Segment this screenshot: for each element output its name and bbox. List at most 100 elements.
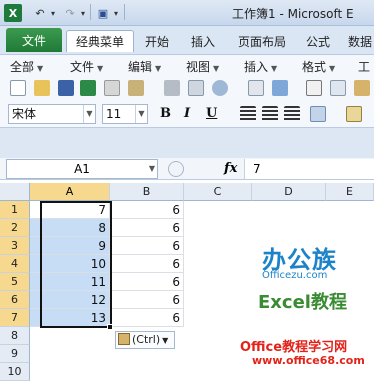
paste-options-button[interactable]: (Ctrl) ▼ [115, 331, 175, 349]
excel-file-icon[interactable] [80, 80, 96, 96]
formula-splitter-handle[interactable] [168, 161, 184, 177]
save-icon[interactable] [58, 80, 74, 96]
align-center-icon[interactable] [262, 106, 278, 122]
formula-bar: A1 ▼ fx 7 [0, 158, 374, 180]
chevron-down-icon[interactable]: ▼ [149, 160, 155, 178]
select-all-corner[interactable] [0, 183, 30, 201]
chevron-down-icon: ▼ [213, 64, 220, 73]
font-size-combo[interactable]: 11 ▼ [102, 104, 148, 124]
menu-tools[interactable]: 工 [358, 58, 370, 75]
chevron-down-icon: ▼ [155, 64, 162, 73]
chevron-down-icon: ▼ [329, 64, 336, 73]
row-header[interactable]: 7 [0, 309, 30, 327]
merge-center-icon[interactable] [310, 106, 326, 122]
watermark-brand-url: Officezu.com [262, 270, 328, 281]
undo-dropdown-icon[interactable]: ▾ [49, 4, 57, 22]
chevron-down-icon: ▼ [162, 336, 169, 345]
save-dropdown-icon[interactable]: ▾ [112, 4, 120, 22]
tab-insert[interactable]: 插入 [184, 30, 222, 52]
bold-button[interactable]: B [160, 106, 171, 121]
tab-data[interactable]: 数据 [342, 30, 374, 52]
print-preview-icon[interactable] [188, 80, 204, 96]
cut-icon[interactable] [306, 80, 322, 96]
menu-file-label: 文件 [70, 60, 95, 74]
font-name-combo[interactable]: 宋体 ▼ [8, 104, 96, 124]
menu-edit[interactable]: 编辑 ▼ [128, 58, 161, 75]
italic-button[interactable]: I [184, 106, 190, 121]
chevron-down-icon[interactable]: ▼ [83, 105, 95, 123]
copy-icon[interactable] [330, 80, 346, 96]
column-header-b[interactable]: B [110, 183, 184, 201]
menu-view-label: 视图 [186, 60, 211, 74]
classic-menu-bar: 全部 ▼ 文件 ▼ 编辑 ▼ 视图 ▼ 插入 ▼ 格式 ▼ 工 [0, 54, 374, 76]
align-left-icon[interactable] [240, 106, 256, 122]
row-header[interactable]: 8 [0, 327, 30, 345]
permission-icon[interactable] [104, 80, 120, 96]
row-header[interactable]: 4 [0, 255, 30, 273]
file-tab[interactable]: 文件 [6, 28, 62, 52]
menu-view[interactable]: 视图 ▼ [186, 58, 219, 75]
tab-page-layout[interactable]: 页面布局 [230, 30, 294, 52]
excel-app-icon[interactable]: X [4, 4, 22, 22]
clipboard-icon [118, 333, 130, 345]
column-header-a[interactable]: A [30, 183, 110, 201]
spell-check-icon[interactable] [248, 80, 264, 96]
redo-dropdown-icon[interactable]: ▾ [79, 4, 87, 22]
currency-icon[interactable] [346, 106, 362, 122]
redo-icon[interactable]: ↷ [62, 4, 78, 22]
menu-tools-label: 工 [358, 60, 371, 74]
row-header[interactable]: 3 [0, 237, 30, 255]
save-icon[interactable]: ▣ [95, 4, 111, 22]
paste-icon[interactable] [354, 80, 370, 96]
watermark-site-url: www.office68.com [252, 354, 365, 367]
column-header-d[interactable]: D [252, 183, 326, 201]
name-box[interactable]: A1 ▼ [6, 159, 158, 179]
row-header[interactable]: 9 [0, 345, 30, 363]
menu-insert-label: 插入 [244, 60, 269, 74]
tab-classic-menu[interactable]: 经典菜单 [66, 30, 134, 52]
row-header[interactable]: 6 [0, 291, 30, 309]
research-icon[interactable] [272, 80, 288, 96]
print-icon[interactable] [164, 80, 180, 96]
column-header-c[interactable]: C [184, 183, 252, 201]
search-icon[interactable] [212, 80, 228, 96]
menu-all-label: 全部 [10, 60, 35, 74]
align-right-icon[interactable] [284, 106, 300, 122]
cell-b7[interactable]: 6 [110, 309, 184, 327]
chevron-down-icon[interactable]: ▼ [135, 105, 147, 123]
column-header-e[interactable]: E [326, 183, 374, 201]
row-header[interactable]: 5 [0, 273, 30, 291]
row-header[interactable]: 1 [0, 201, 30, 219]
cell-b6[interactable]: 6 [110, 291, 184, 309]
open-folder-icon[interactable] [34, 80, 50, 96]
cell-b4[interactable]: 6 [110, 255, 184, 273]
insert-function-button[interactable]: fx [224, 161, 237, 176]
quick-access-separator [90, 4, 91, 20]
menu-all[interactable]: 全部 ▼ [10, 58, 43, 75]
formatting-toolbar: 宋体 ▼ 11 ▼ B I U [0, 100, 374, 128]
underline-button[interactable]: U [206, 106, 217, 121]
formula-input[interactable]: 7 [244, 159, 374, 179]
email-icon[interactable] [128, 80, 144, 96]
row-header[interactable]: 2 [0, 219, 30, 237]
menu-format[interactable]: 格式 ▼ [302, 58, 335, 75]
tab-formulas[interactable]: 公式 [300, 30, 336, 52]
new-document-icon[interactable] [10, 80, 26, 96]
menu-file[interactable]: 文件 ▼ [70, 58, 103, 75]
tab-home[interactable]: 开始 [138, 30, 176, 52]
quick-access-separator [124, 4, 125, 20]
fill-handle[interactable] [107, 324, 113, 330]
undo-icon[interactable]: ↶ [32, 4, 48, 22]
ribbon-tabs: 文件 经典菜单 开始 插入 页面布局 公式 数据 [0, 26, 374, 54]
chevron-down-icon: ▼ [97, 64, 104, 73]
font-name-value: 宋体 [12, 107, 37, 121]
cell-b1[interactable]: 6 [110, 201, 184, 219]
font-size-value: 11 [106, 107, 122, 121]
cell-b3[interactable]: 6 [110, 237, 184, 255]
row-header[interactable]: 10 [0, 363, 30, 381]
menu-insert[interactable]: 插入 ▼ [244, 58, 277, 75]
paste-options-label: (Ctrl) [132, 333, 161, 346]
cell-b2[interactable]: 6 [110, 219, 184, 237]
cell-b5[interactable]: 6 [110, 273, 184, 291]
chevron-down-icon: ▼ [271, 64, 278, 73]
